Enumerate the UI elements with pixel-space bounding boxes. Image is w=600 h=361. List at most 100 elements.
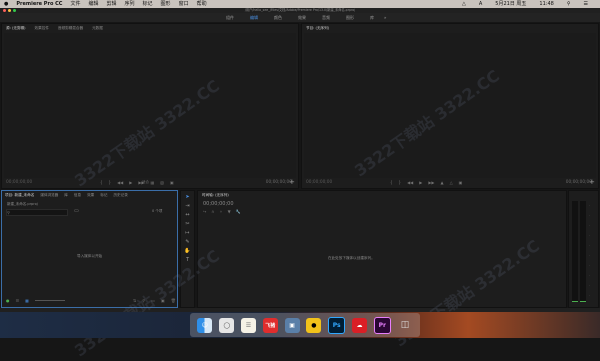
finder-icon[interactable]: ☺ [197,317,213,333]
menu-clip[interactable]: 剪辑 [107,0,117,8]
tab-history[interactable]: 历史记录 [113,191,127,199]
search-icon[interactable]: ⚲ [567,0,571,8]
step-forward-icon[interactable]: ▶▶ [428,180,434,185]
mark-out-icon[interactable]: } [109,180,112,185]
program-transport-controls: { } ◀◀ ▶ ▶▶ ▲ △ ▣ [390,180,462,185]
source-video-area[interactable] [4,33,296,178]
tab-metadata[interactable]: 元数据 [92,24,103,32]
lock-icon[interactable]: ● [6,298,10,303]
pen-tool-icon[interactable]: ✎ [185,239,189,245]
tab-media-browser[interactable]: 媒体浏览器 [40,191,58,199]
trash-icon[interactable]: ◫ [398,318,413,333]
workspace-graphics[interactable]: 图形 [346,13,354,22]
overwrite-icon[interactable]: ▧ [160,180,164,185]
export-frame-icon[interactable]: ▣ [459,180,463,185]
workspace-color[interactable]: 颜色 [274,13,282,22]
linked-selection-icon[interactable]: ⚬ [219,209,222,214]
step-forward-icon[interactable]: ▶▶ [138,180,144,185]
mark-in-icon[interactable]: { [100,180,103,185]
razor-tool-icon[interactable]: ✂ [185,221,189,227]
search-icon: ⚲ [7,210,10,215]
play-icon[interactable]: ▶ [129,180,132,185]
slip-tool-icon[interactable]: ↦ [185,230,189,236]
creative-cloud-icon[interactable]: ☁ [351,317,367,333]
lift-icon[interactable]: ▲ [440,180,443,185]
hand-tool-icon[interactable]: ✋ [184,248,190,254]
play-icon[interactable]: ▶ [419,180,422,185]
workspace-libraries[interactable]: 库 [370,13,374,22]
extract-icon[interactable]: △ [450,180,453,185]
mark-out-icon[interactable]: } [399,180,402,185]
project-import-hint[interactable]: 导入媒体以开始 [77,254,102,259]
workspace-audio[interactable]: 音频 [322,13,330,22]
source-timecode-in[interactable]: 00;00;00;00 [6,180,32,185]
qq-icon[interactable]: ● [306,317,322,333]
input-method-indicator[interactable]: A [479,0,482,8]
notes-icon[interactable]: ☰ [240,317,256,333]
timeline-drop-hint[interactable]: 在此处放下媒体以创建序列。 [328,256,375,261]
photoshop-icon[interactable]: Ps [328,316,346,334]
tab-program[interactable]: 节目: (无序列) [306,24,329,32]
tab-info[interactable]: 信息 [74,191,81,199]
track-select-icon[interactable]: ⇥ [185,203,189,209]
tab-effects[interactable]: 效果 [87,191,94,199]
menubar-time[interactable]: 11:48 [539,0,553,8]
workspace-assembly[interactable]: 组件 [226,13,234,22]
mac-menubar: ● Premiere Pro CC 文件 编辑 剪辑 序列 标记 图形 窗口 帮… [0,0,600,8]
menu-list-icon[interactable]: ☰ [584,0,588,8]
new-bin-icon[interactable]: ▭ [74,208,79,214]
premiere-icon[interactable]: Pr [373,316,391,334]
export-frame-icon[interactable]: ▣ [170,180,174,185]
timeline-settings-icon[interactable]: 🔧 [236,209,241,214]
program-timecode-in[interactable]: 00;00;00;00 [306,180,332,185]
program-add-button-icon[interactable]: + [589,178,595,186]
tab-libraries[interactable]: 库 [64,191,68,199]
menu-edit[interactable]: 编辑 [88,0,98,8]
workspace-editing[interactable]: 编辑 [250,13,258,22]
minimize-window-button[interactable] [8,9,11,12]
menu-marker[interactable]: 标记 [143,0,153,8]
source-add-button-icon[interactable]: + [289,178,295,186]
source-monitor-panel: 源: (无剪辑) 效果控件 音频剪辑混合器 元数据 00;00;00;00 00… [1,23,299,189]
launchpad-icon[interactable]: ◯ [219,317,235,333]
list-view-icon[interactable]: ☰ [16,298,20,303]
menu-graphics[interactable]: 图形 [161,0,171,8]
project-panel-tabs: 项目: 新建_未命名 媒体浏览器 库 信息 效果 标记 历史记录 [2,191,177,199]
ripple-edit-icon[interactable]: ↔ [185,212,189,218]
tab-audio-clip-mixer[interactable]: 音频剪辑混合器 [58,24,83,32]
snap-icon[interactable]: ∩ [211,209,214,214]
dock: ☺ ◯ ☰ 飞猪 ▣ ● Ps ☁ Pr ◫ [190,313,420,337]
tab-project[interactable]: 项目: 新建_未命名 [5,191,34,199]
menu-help[interactable]: 帮助 [197,0,207,8]
selection-tool-icon[interactable]: ➤ [185,194,189,200]
menu-file[interactable]: 文件 [70,0,80,8]
wifi-icon[interactable]: △ [462,0,466,8]
tab-effect-controls[interactable]: 效果控件 [35,24,49,32]
tab-timeline[interactable]: 时间轴: (无序列) [202,191,229,199]
icon-view-icon[interactable]: ▦ [25,298,29,303]
apple-icon[interactable]: ● [4,0,8,8]
zoom-slider[interactable] [34,300,65,301]
project-search-input[interactable]: ⚲ [6,209,68,216]
photo-icon[interactable]: ▣ [284,317,300,333]
tab-source[interactable]: 源: (无剪辑) [6,24,26,32]
fliggy-icon[interactable]: 飞猪 [262,317,278,333]
step-back-icon[interactable]: ◀◀ [407,180,413,185]
maximize-window-button[interactable] [13,9,16,12]
insert-icon[interactable]: ▦ [150,180,154,185]
workspace-effects[interactable]: 效果 [298,13,306,22]
close-window-button[interactable] [3,9,6,12]
menubar-date[interactable]: 5月21日 周五 [495,0,526,8]
step-back-icon[interactable]: ◀◀ [117,180,123,185]
timeline-timecode[interactable]: 00;00;00;00 [203,201,234,207]
menu-sequence[interactable]: 序列 [125,0,135,8]
add-marker-icon[interactable]: ▼ [228,209,231,214]
menu-app[interactable]: Premiere Pro CC [16,0,62,8]
menu-window[interactable]: 窗口 [179,0,189,8]
timeline-toolbar: ↪ ∩ ⚬ ▼ 🔧 [203,209,241,214]
workspace-more-icon[interactable]: » [384,13,386,22]
mark-in-icon[interactable]: { [390,180,393,185]
nest-icon[interactable]: ↪ [203,209,206,214]
project-item-count: 0 个项 [152,209,163,213]
tab-markers[interactable]: 标记 [100,191,107,199]
